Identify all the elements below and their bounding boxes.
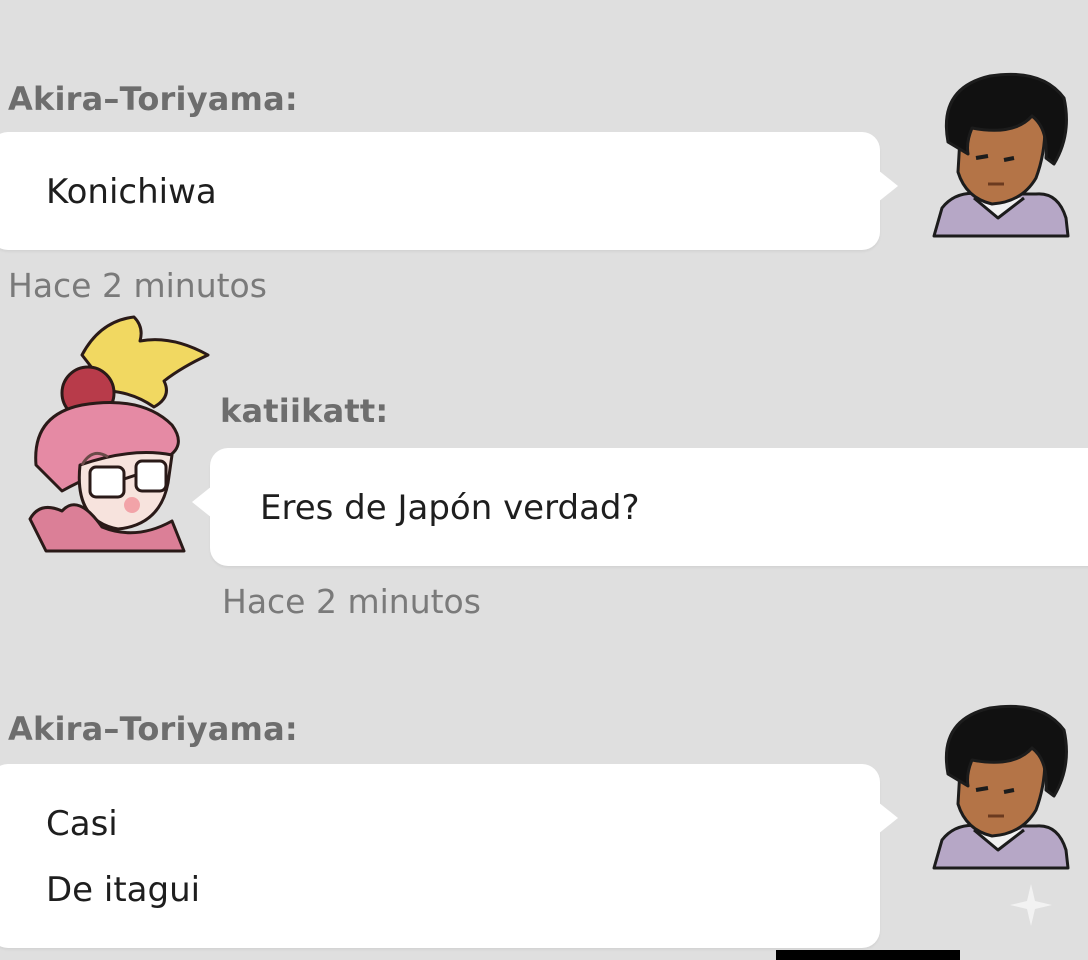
chat-thread: Akira–Toriyama: Konichiwa Hace 2 minutos xyxy=(0,0,1088,960)
girl-pink-hat-avatar-icon[interactable] xyxy=(22,315,212,555)
message-bubble: Konichiwa xyxy=(0,132,898,250)
message-text: Konichiwa xyxy=(46,172,217,212)
message-text: De itagui xyxy=(46,870,201,910)
message-timestamp: Hace 2 minutos xyxy=(8,266,267,305)
boy-avatar-icon[interactable] xyxy=(926,700,1072,870)
message-text: Eres de Japón verdad? xyxy=(260,488,640,528)
message-timestamp: Hace 2 minutos xyxy=(222,582,481,621)
message-username[interactable]: katiikatt: xyxy=(220,392,388,430)
message-text: Casi xyxy=(46,804,118,844)
message-username[interactable]: Akira–Toriyama: xyxy=(8,80,298,118)
boy-avatar-icon[interactable] xyxy=(926,68,1072,238)
bottom-black-bar xyxy=(776,950,960,960)
message-username[interactable]: Akira–Toriyama: xyxy=(8,710,298,748)
sparkle-icon xyxy=(1010,884,1052,926)
message-bubble: Eres de Japón verdad? xyxy=(192,448,1088,566)
message-bubble: Casi De itagui xyxy=(0,764,898,948)
